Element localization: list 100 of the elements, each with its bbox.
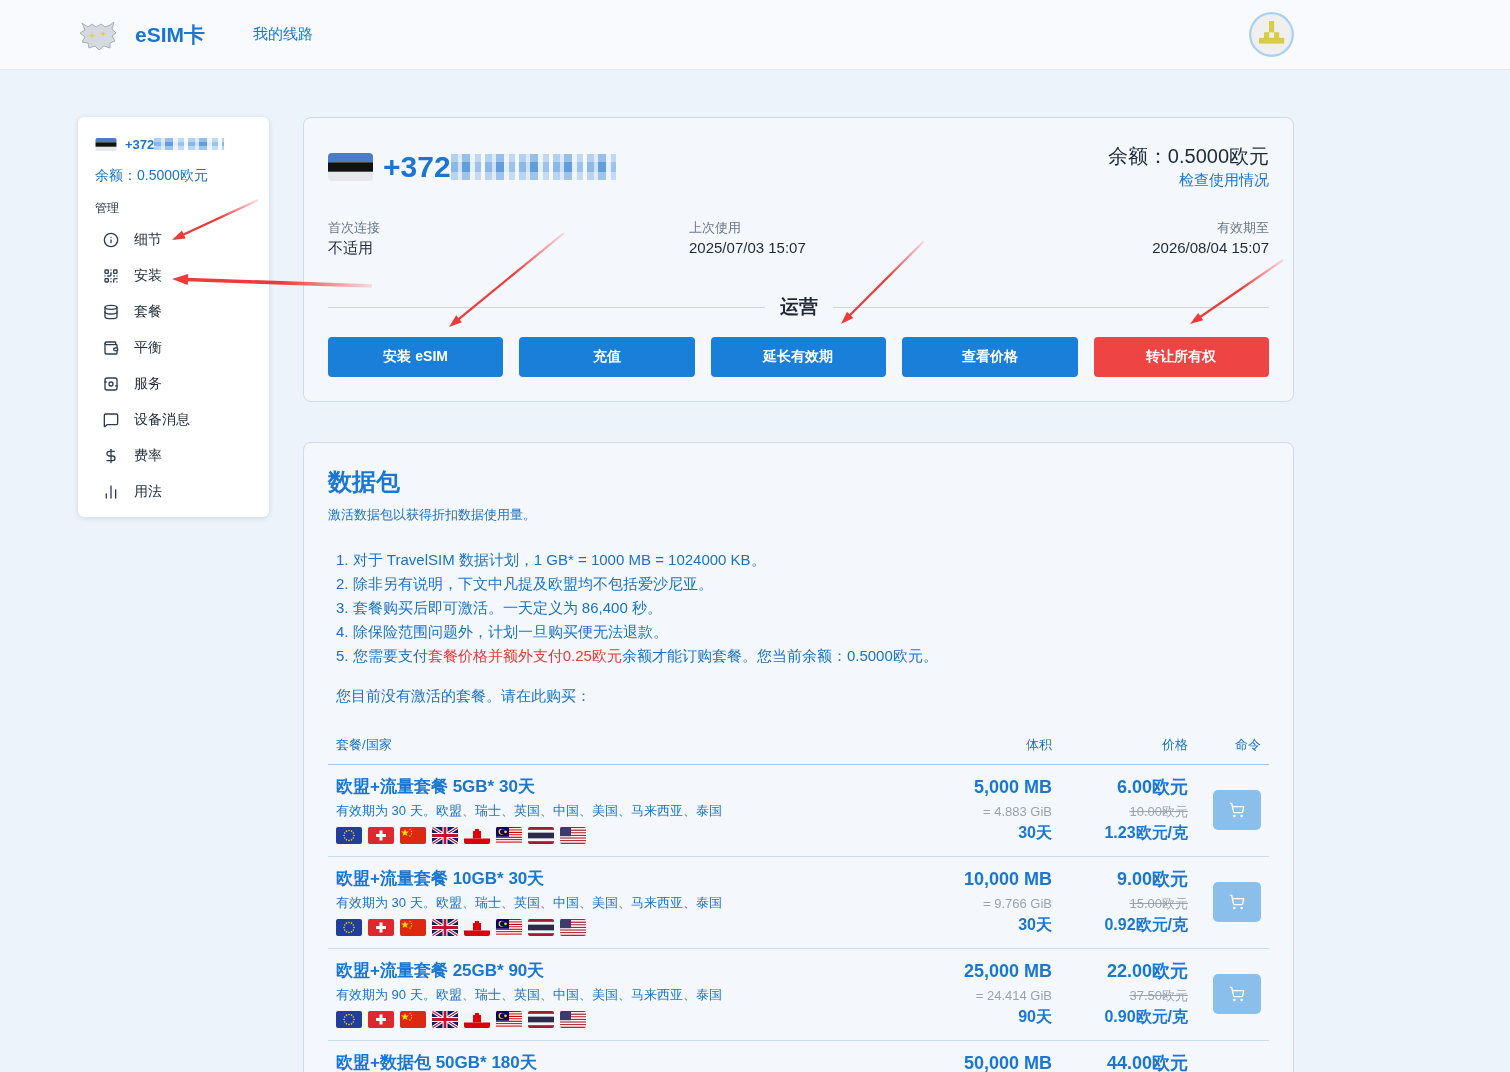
sidebar-item[interactable]: 用法 [95,474,257,510]
thailand-flag-icon [528,827,554,844]
china-flag-icon [400,1011,426,1028]
old-price: 15.00欧元 [1129,895,1188,913]
note-item: 3. 套餐购买后即可激活。一天定义为 86,400 秒。 [336,598,663,618]
estonia-flag-icon [328,153,373,181]
action-button[interactable]: 充值 [519,337,695,377]
action-button[interactable]: 安装 eSIM [328,337,504,377]
column-header: 体积 [1025,736,1052,754]
action-button[interactable]: 查看价格 [902,337,1078,377]
info-icon [103,232,119,248]
action-button[interactable]: 转让所有权 [1093,337,1269,377]
blurred-number [154,138,225,150]
gibraltar-flag-icon [464,919,490,936]
circle-frame-icon [103,376,119,392]
price-text: 9.00欧元 [1116,868,1188,890]
eu-flag-icon [336,1011,362,1028]
action-button[interactable]: 延长有效期 [710,337,887,377]
thailand-flag-icon [528,1011,554,1028]
section-heading: 运营 [779,295,818,319]
unit-price: 0.90欧元/克 [1104,1007,1188,1027]
avatar-icon[interactable] [1249,12,1294,57]
field-value: 不适用 [328,238,373,258]
package-name: 欧盟+流量套餐 5GB* 30天 [336,776,535,798]
cart-button[interactable] [1213,974,1261,1014]
volume-mb: 10,000 MB [963,868,1052,890]
eu-flag-icon [336,919,362,936]
database-icon [103,304,119,320]
note-item: 5. 您需要支付套餐价格并额外支付0.25欧元余额才能订购套餐。您当前余额：0.5000欧元。 [336,646,939,666]
nav-link[interactable]: 我的线路 [253,25,313,44]
gibraltar-flag-icon [464,827,490,844]
usage-link[interactable]: 检查使用情况 [1179,169,1269,191]
qr-code-icon [103,268,119,284]
volume-gib: = 9.766 GiB [982,895,1052,913]
package-name: 欧盟+流量套餐 10GB* 30天 [336,868,545,890]
sidebar-item[interactable]: 设备消息 [95,402,257,438]
column-header: 命令 [1234,736,1261,754]
sidebar-item[interactable]: 套餐 [95,294,257,330]
duration-text: 30天 [1018,823,1052,843]
china-flag-icon [400,919,426,936]
cart-icon [1229,894,1245,910]
unit-price: 1.23欧元/克 [1104,823,1188,843]
uk-flag-icon [432,1011,458,1028]
volume-mb: 5,000 MB [973,776,1052,798]
gibraltar-flag-icon [464,1011,490,1028]
price-text: 44.00欧元 [1106,1052,1188,1072]
volume-gib: = 24.414 GiB [975,987,1052,1005]
usa-flag-icon [560,1011,586,1028]
package-description: 有效期为 30 天。欧盟、瑞士、英国、中国、美国、马来西亚、泰国 [336,802,722,820]
package-name: 欧盟+数据包 50GB* 180天 [336,1052,537,1072]
price-text: 6.00欧元 [1116,776,1188,798]
china-flag-icon [400,827,426,844]
section-title: 管理 [95,200,120,217]
sidebar-item[interactable]: 细节 [95,222,257,258]
sidebar-item[interactable]: 安装 [95,258,257,294]
uk-flag-icon [432,919,458,936]
cart-icon [1229,986,1245,1002]
column-header: 套餐/国家 [336,736,393,754]
chat-bubble-icon [103,412,119,428]
field-value: 2026/08/04 15:07 [1152,238,1269,258]
field-label: 首次连接 [328,219,380,237]
field-value: 2025/07/03 15:07 [689,238,806,258]
dollar-icon [103,448,119,464]
brand-name[interactable]: eSIM卡 [135,20,205,49]
swiss-flag-icon [368,827,394,844]
usa-flag-icon [560,919,586,936]
balance-text: 余额：0.5000欧元 [95,166,209,184]
cart-button[interactable] [1213,790,1261,830]
sidebar-item[interactable]: 平衡 [95,330,257,366]
packages-subtitle: 激活数据包以获得折扣数据使用量。 [328,506,537,524]
sidebar-item[interactable]: 费率 [95,438,257,474]
field-label: 有效期至 [1217,219,1269,237]
package-description: 有效期为 30 天。欧盟、瑞士、英国、中国、美国、马来西亚、泰国 [336,894,722,912]
swiss-flag-icon [368,919,394,936]
eu-flag-icon [336,827,362,844]
malaysia-flag-icon [496,919,522,936]
volume-mb: 25,000 MB [963,960,1052,982]
old-price: 10.00欧元 [1129,803,1188,821]
note-item: 2. 除非另有说明，下文中凡提及欧盟均不包括爱沙尼亚。 [336,574,714,594]
uk-flag-icon [432,827,458,844]
duration-text: 30天 [1018,915,1052,935]
cart-icon [1229,802,1245,818]
package-description: 有效期为 90 天。欧盟、瑞士、英国、中国、美国、马来西亚、泰国 [336,986,722,1004]
estonia-flag-icon [95,137,117,151]
packages-title: 数据包 [328,467,401,497]
balance-text: 余额：0.5000欧元 [1107,144,1269,169]
note-item: 1. 对于 TravelSIM 数据计划，1 GB* = 1000 MB = 1024000 KB。 [336,550,767,570]
sidebar-item[interactable]: 服务 [95,366,257,402]
malaysia-flag-icon [496,827,522,844]
volume-mb: 50,000 MB [963,1052,1052,1072]
old-price: 37.50欧元 [1129,987,1188,1005]
fluffy-mascot-icon[interactable] [79,18,117,51]
note-item: 4. 除保险范围问题外，计划一旦购买便无法退款。 [336,622,669,642]
cart-button[interactable] [1213,882,1261,922]
usa-flag-icon [560,827,586,844]
status-text: 您目前没有激活的套餐。请在此购买： [335,686,592,706]
price-text: 22.00欧元 [1106,960,1188,982]
field-label: 上次使用 [689,219,741,237]
phone-number: +372 [383,149,451,185]
malaysia-flag-icon [496,1011,522,1028]
